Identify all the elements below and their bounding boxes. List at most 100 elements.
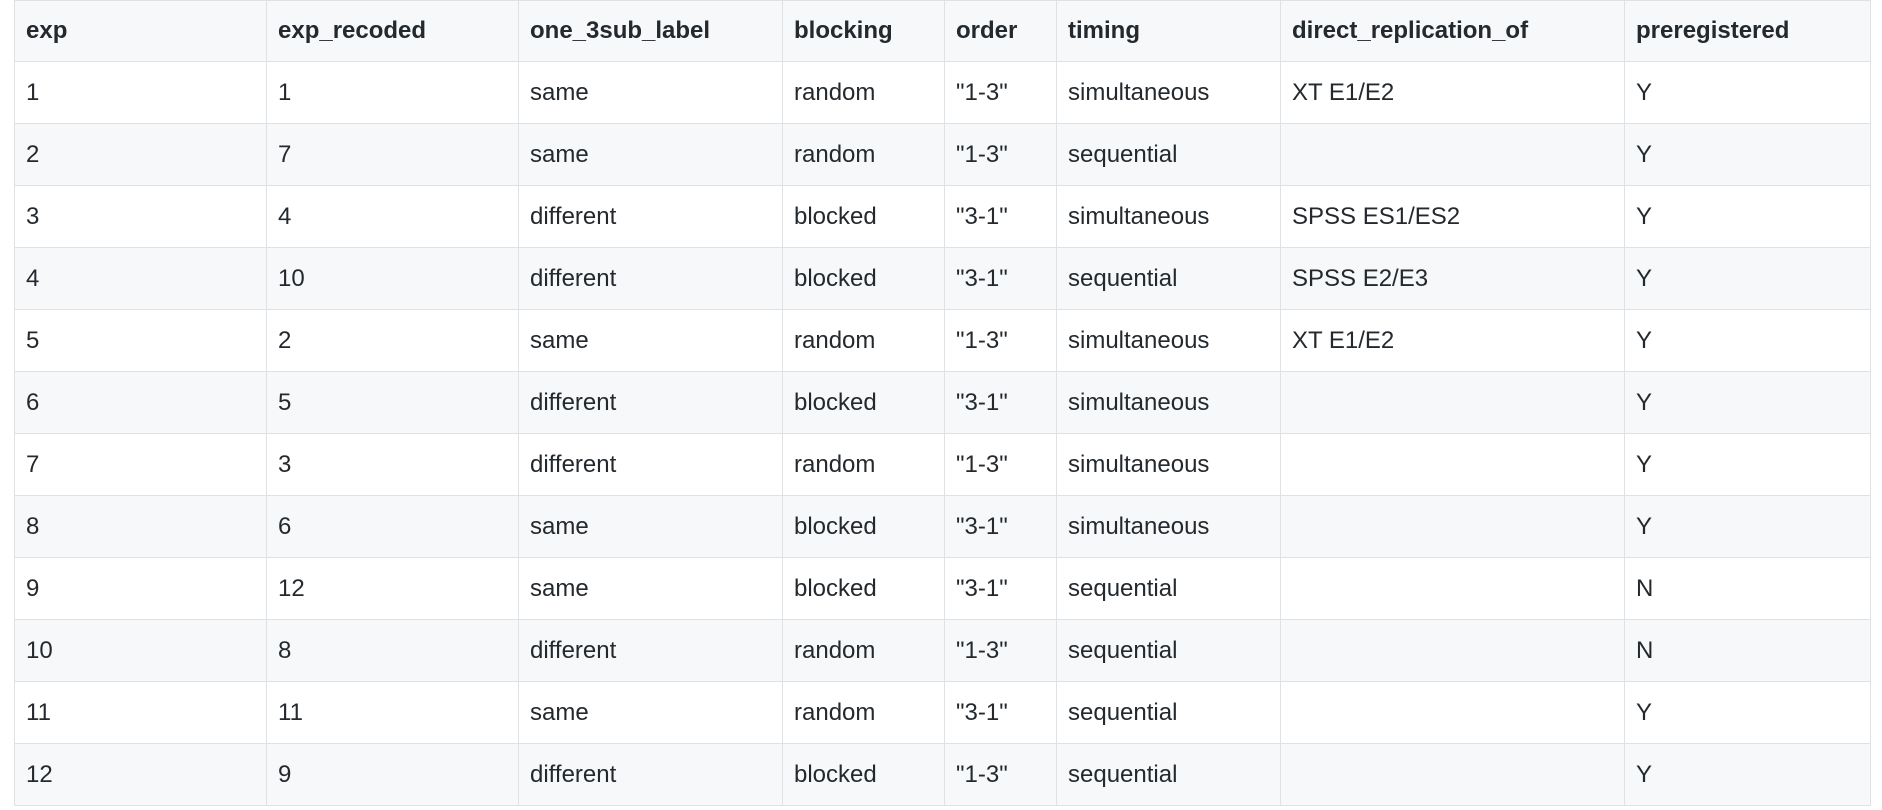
column-header-exp: exp <box>14 0 267 62</box>
table-row: 2 7 same random "1-3" sequential Y <box>14 123 1871 186</box>
table-cell-blocking: blocked <box>782 743 945 806</box>
column-header-order: order <box>944 0 1057 62</box>
table-cell-preregistered: Y <box>1624 433 1871 496</box>
table-cell-blocking: random <box>782 309 945 372</box>
table-cell-exp-recoded: 8 <box>266 619 519 682</box>
table-cell-timing: sequential <box>1056 743 1281 806</box>
table-cell-timing: simultaneous <box>1056 61 1281 124</box>
table-cell-one-3sub-label: different <box>518 619 783 682</box>
table-cell-exp-recoded: 5 <box>266 371 519 434</box>
table-cell-exp: 7 <box>14 433 267 496</box>
table-cell-direct-replication-of <box>1280 433 1625 496</box>
table-cell-timing: sequential <box>1056 619 1281 682</box>
table-cell-preregistered: Y <box>1624 309 1871 372</box>
table-cell-direct-replication-of <box>1280 743 1625 806</box>
table-cell-timing: sequential <box>1056 557 1281 620</box>
table-row: 6 5 different blocked "3-1" simultaneous Y <box>14 371 1871 434</box>
table-cell-direct-replication-of: XT E1/E2 <box>1280 309 1625 372</box>
table-cell-blocking: random <box>782 681 945 744</box>
column-header-preregistered: preregistered <box>1624 0 1871 62</box>
table-row: 3 4 different blocked "3-1" simultaneous SPSS … <box>14 185 1871 248</box>
table-cell-order: "3-1" <box>944 495 1057 558</box>
table-cell-preregistered: Y <box>1624 123 1871 186</box>
table-cell-exp: 8 <box>14 495 267 558</box>
table-cell-exp-recoded: 6 <box>266 495 519 558</box>
header-row: exp exp_recoded one_3sub_label blocking orde… <box>14 0 1871 62</box>
table-row: 9 12 same blocked "3-1" sequential N <box>14 557 1871 620</box>
table-cell-order: "1-3" <box>944 619 1057 682</box>
table-cell-direct-replication-of <box>1280 681 1625 744</box>
table-cell-direct-replication-of <box>1280 619 1625 682</box>
table-cell-preregistered: N <box>1624 557 1871 620</box>
table-cell-exp-recoded: 1 <box>266 61 519 124</box>
table-cell-one-3sub-label: same <box>518 557 783 620</box>
table-cell-preregistered: Y <box>1624 681 1871 744</box>
table-cell-blocking: blocked <box>782 557 945 620</box>
column-header-exp-recoded: exp_recoded <box>266 0 519 62</box>
table-cell-exp-recoded: 10 <box>266 247 519 310</box>
table-cell-order: "3-1" <box>944 681 1057 744</box>
table-cell-blocking: random <box>782 61 945 124</box>
table-cell-timing: simultaneous <box>1056 371 1281 434</box>
table-cell-blocking: random <box>782 619 945 682</box>
table-cell-timing: simultaneous <box>1056 309 1281 372</box>
table-cell-one-3sub-label: different <box>518 247 783 310</box>
table-cell-order: "1-3" <box>944 123 1057 186</box>
table-cell-timing: sequential <box>1056 123 1281 186</box>
table-cell-exp: 9 <box>14 557 267 620</box>
table-cell-exp: 12 <box>14 743 267 806</box>
table-cell-exp: 3 <box>14 185 267 248</box>
table-cell-direct-replication-of <box>1280 495 1625 558</box>
table-cell-exp: 11 <box>14 681 267 744</box>
table-cell-exp: 10 <box>14 619 267 682</box>
table-row: 11 11 same random "3-1" sequential Y <box>14 681 1871 744</box>
table-cell-order: "3-1" <box>944 247 1057 310</box>
column-header-timing: timing <box>1056 0 1281 62</box>
experiments-table: exp exp_recoded one_3sub_label blocking orde… <box>14 0 1871 806</box>
table-cell-exp-recoded: 2 <box>266 309 519 372</box>
table-row: 7 3 different random "1-3" simultaneous Y <box>14 433 1871 496</box>
table-cell-blocking: blocked <box>782 495 945 558</box>
table-body: 1 1 same random "1-3" simultaneous XT E1/E2 Y 2 7… <box>14 61 1871 806</box>
table-cell-timing: simultaneous <box>1056 433 1281 496</box>
table-row: 4 10 different blocked "3-1" sequential SPSS E… <box>14 247 1871 310</box>
table-cell-one-3sub-label: different <box>518 743 783 806</box>
table-cell-direct-replication-of: XT E1/E2 <box>1280 61 1625 124</box>
table-header: exp exp_recoded one_3sub_label blocking orde… <box>14 0 1871 62</box>
table-cell-exp: 5 <box>14 309 267 372</box>
table-cell-timing: sequential <box>1056 247 1281 310</box>
table-cell-blocking: random <box>782 433 945 496</box>
table-cell-one-3sub-label: same <box>518 61 783 124</box>
column-header-one-3sub-label: one_3sub_label <box>518 0 783 62</box>
table-cell-exp: 1 <box>14 61 267 124</box>
table-cell-one-3sub-label: same <box>518 495 783 558</box>
table-cell-timing: simultaneous <box>1056 185 1281 248</box>
column-header-direct-replication-of: direct_replication_of <box>1280 0 1625 62</box>
table-cell-exp: 6 <box>14 371 267 434</box>
table-cell-exp-recoded: 9 <box>266 743 519 806</box>
table-cell-timing: simultaneous <box>1056 495 1281 558</box>
table-cell-preregistered: Y <box>1624 185 1871 248</box>
table-cell-exp-recoded: 4 <box>266 185 519 248</box>
table-cell-blocking: blocked <box>782 247 945 310</box>
table-cell-blocking: blocked <box>782 185 945 248</box>
table-cell-order: "3-1" <box>944 371 1057 434</box>
table-cell-order: "1-3" <box>944 743 1057 806</box>
table-cell-order: "3-1" <box>944 185 1057 248</box>
table-cell-order: "3-1" <box>944 557 1057 620</box>
table-cell-preregistered: Y <box>1624 371 1871 434</box>
table-cell-preregistered: Y <box>1624 247 1871 310</box>
table-cell-exp-recoded: 12 <box>266 557 519 620</box>
table-cell-one-3sub-label: same <box>518 123 783 186</box>
table-cell-order: "1-3" <box>944 61 1057 124</box>
table-cell-exp-recoded: 11 <box>266 681 519 744</box>
table-cell-direct-replication-of <box>1280 557 1625 620</box>
table-cell-order: "1-3" <box>944 309 1057 372</box>
table-cell-one-3sub-label: different <box>518 433 783 496</box>
table-cell-one-3sub-label: same <box>518 681 783 744</box>
table-cell-direct-replication-of <box>1280 123 1625 186</box>
table-cell-one-3sub-label: different <box>518 371 783 434</box>
table-cell-blocking: random <box>782 123 945 186</box>
table-row: 5 2 same random "1-3" simultaneous XT E1/E2 Y <box>14 309 1871 372</box>
table-row: 1 1 same random "1-3" simultaneous XT E1/E2 Y <box>14 61 1871 124</box>
